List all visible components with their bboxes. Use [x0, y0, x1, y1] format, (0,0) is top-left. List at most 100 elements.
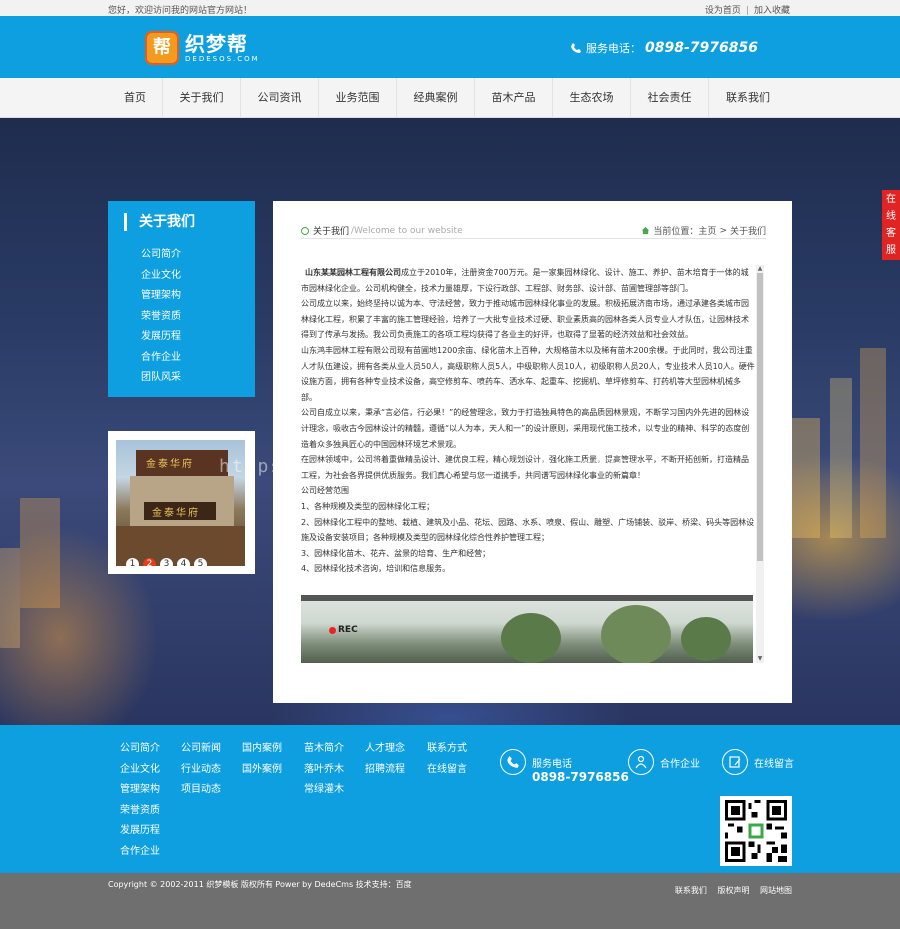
tree-shape [501, 613, 561, 663]
qr-code [720, 796, 792, 866]
sidebar-title: 关于我们 [124, 213, 195, 231]
slide-image[interactable]: 金泰华府 金泰华府 1 2 3 4 5 [116, 440, 245, 566]
footer-link[interactable]: 合作企业 [120, 842, 160, 863]
sidebar-item-partners[interactable]: 合作企业 [141, 348, 181, 369]
online-service-tab[interactable]: 在 线 客 服 [882, 190, 900, 260]
slide-sign-bottom: 金泰华府 [152, 508, 200, 519]
logo-text: 织梦帮 DEDESOS.COM [185, 33, 260, 63]
content-panel: 关于我们 /Welcome to our website 当前位置： 主页 > … [273, 201, 792, 703]
footer-link[interactable]: 企业文化 [120, 760, 160, 781]
footer-col-talent: 人才理念 招聘流程 [365, 739, 405, 780]
partner-icon [628, 749, 654, 775]
building-sign: 金泰华府 [144, 502, 216, 520]
footer-link[interactable]: 常绿灌木 [304, 780, 344, 801]
content-heading: 关于我们 /Welcome to our website [301, 224, 463, 237]
sidebar-item-team[interactable]: 团队风采 [141, 368, 181, 389]
content-header: 关于我们 /Welcome to our website 当前位置： 主页 > … [301, 221, 766, 239]
online-service-char: 客 [886, 228, 896, 239]
footer-link[interactable]: 人才理念 [365, 739, 405, 760]
nav-item-news[interactable]: 公司资讯 [241, 78, 319, 118]
breadcrumb-home[interactable]: 主页 [698, 224, 716, 237]
footer-link[interactable]: 国外案例 [242, 760, 282, 781]
top-links: 设为首页 | 加入收藏 [705, 3, 790, 16]
footer-link[interactable]: 在线留言 [427, 760, 467, 781]
image-slider: 金泰华府 金泰华府 1 2 3 4 5 [108, 431, 255, 574]
footer-partner[interactable]: 合作企业 [628, 749, 700, 775]
rec-indicator: REC [329, 623, 358, 639]
sidebar-item-honors[interactable]: 荣誉资质 [141, 307, 181, 328]
footer-col-contact: 联系方式 在线留言 [427, 739, 467, 780]
partner-label: 合作企业 [660, 758, 700, 770]
scroll-thumb[interactable] [757, 273, 763, 561]
article-body: 山东某某园林工程有限公司成立于2010年，注册资金700万元。是一家集园林绿化、… [301, 265, 755, 663]
footer-link[interactable]: 公司简介 [120, 739, 160, 760]
service-phone-number: 0898-7976856 [532, 770, 629, 784]
slide-sign-top: 金泰华府 [146, 459, 194, 470]
slider-dot-4[interactable]: 4 [177, 558, 190, 566]
phone-icon [571, 43, 582, 53]
footer-col-cases: 国内案例 国外案例 [242, 739, 282, 780]
sidebar-item-culture[interactable]: 企业文化 [141, 266, 181, 287]
slider-dot-2[interactable]: 2 [143, 558, 156, 566]
footer-link[interactable]: 发展历程 [120, 821, 160, 842]
sidebar-item-structure[interactable]: 管理架构 [141, 286, 181, 307]
paragraph-2: 公司成立以来，始终坚持以诚为本、守法经营，致力于推动城市园林绿化事业的发展。积极… [301, 299, 749, 340]
phone-number: 0898-7976856 [645, 40, 758, 56]
nav-item-about[interactable]: 关于我们 [163, 78, 241, 118]
welcome-text: 您好，欢迎访问我的网站官方网站！ [108, 6, 253, 16]
sitemap-link[interactable]: 网站地图 [760, 886, 792, 895]
nav-item-cases[interactable]: 经典案例 [397, 78, 475, 118]
set-home-link[interactable]: 设为首页 [705, 6, 741, 16]
logo-name: 织梦帮 [185, 32, 248, 56]
footer-link[interactable]: 荣誉资质 [120, 801, 160, 822]
paragraph-3: 山东鸿丰园林工程有限公司现有苗圃地1200余亩、绿化苗木上百种，大规格苗木以及稀… [301, 345, 755, 402]
copyright-bar: Copyright © 2002-2011 织梦模板 版权所有 Power by… [0, 873, 900, 929]
slider-dot-3[interactable]: 3 [160, 558, 173, 566]
header-phone: 服务电话： 0898-7976856 [570, 40, 758, 56]
site-footer: 公司简介 企业文化 管理架构 荣誉资质 发展历程 合作企业 公司新闻 行业动态 … [0, 725, 900, 873]
slider-dot-5[interactable]: 5 [194, 558, 207, 566]
scroll-up-icon[interactable]: ▲ [756, 265, 764, 273]
slider-dot-1[interactable]: 1 [126, 558, 139, 566]
online-service-char: 在 [886, 194, 896, 205]
nav-item-farm[interactable]: 生态农场 [553, 78, 631, 118]
add-favorite-link[interactable]: 加入收藏 [754, 6, 790, 16]
footer-link[interactable]: 行业动态 [181, 760, 221, 781]
article-scrollbar[interactable]: ▲ ▼ [756, 265, 764, 663]
nav-item-seedlings[interactable]: 苗木产品 [475, 78, 553, 118]
copyright-links: 联系我们 版权声明 网站地图 [667, 885, 792, 896]
scope-item-2: 2、园林绿化工程中的整地、栽植、建筑及小品、花坛、园路、水系、喷泉、假山、雕塑、… [301, 517, 755, 543]
rec-label: REC [338, 625, 358, 635]
scope-title: 公司经营范围 [301, 486, 349, 496]
phone-label: 服务电话： [586, 42, 642, 55]
copyright-statement-link[interactable]: 版权声明 [717, 886, 749, 895]
footer-link[interactable]: 招聘流程 [365, 760, 405, 781]
nav-item-home[interactable]: 首页 [108, 78, 163, 118]
site-logo[interactable]: 帮 织梦帮 DEDESOS.COM [145, 31, 260, 65]
tree-shape [681, 617, 731, 661]
contact-link[interactable]: 联系我们 [675, 886, 707, 895]
service-phone-label: 服务电话 [532, 758, 572, 770]
building-roof: 金泰华府 [136, 450, 228, 476]
nav-item-contact[interactable]: 联系我们 [709, 78, 787, 118]
footer-message[interactable]: 在线留言 [722, 749, 794, 775]
site-header: 帮 织梦帮 DEDESOS.COM 服务电话： 0898-7976856 [0, 16, 900, 78]
footer-link[interactable]: 国内案例 [242, 739, 282, 760]
message-icon [722, 749, 748, 775]
footer-link[interactable]: 落叶乔木 [304, 760, 344, 781]
nav-item-responsibility[interactable]: 社会责任 [631, 78, 709, 118]
logo-domain: DEDESOS.COM [185, 55, 260, 63]
footer-link[interactable]: 管理架构 [120, 780, 160, 801]
sidebar-item-history[interactable]: 发展历程 [141, 327, 181, 348]
scroll-down-icon[interactable]: ▼ [756, 655, 764, 663]
sidebar-item-profile[interactable]: 公司简介 [141, 245, 181, 266]
footer-link[interactable]: 公司新闻 [181, 739, 221, 760]
footer-col-news: 公司新闻 行业动态 项目动态 [181, 739, 221, 801]
nav-item-business[interactable]: 业务范围 [319, 78, 397, 118]
footer-link[interactable]: 苗木简介 [304, 739, 344, 760]
footer-col-seedlings: 苗木简介 落叶乔木 常绿灌木 [304, 739, 344, 801]
slider-dots: 1 2 3 4 5 [126, 558, 207, 566]
scope-item-3: 3、园林绿化苗木、花卉、盆景的培育、生产和经营； [301, 548, 491, 558]
footer-link[interactable]: 项目动态 [181, 780, 221, 801]
footer-link[interactable]: 联系方式 [427, 739, 467, 760]
